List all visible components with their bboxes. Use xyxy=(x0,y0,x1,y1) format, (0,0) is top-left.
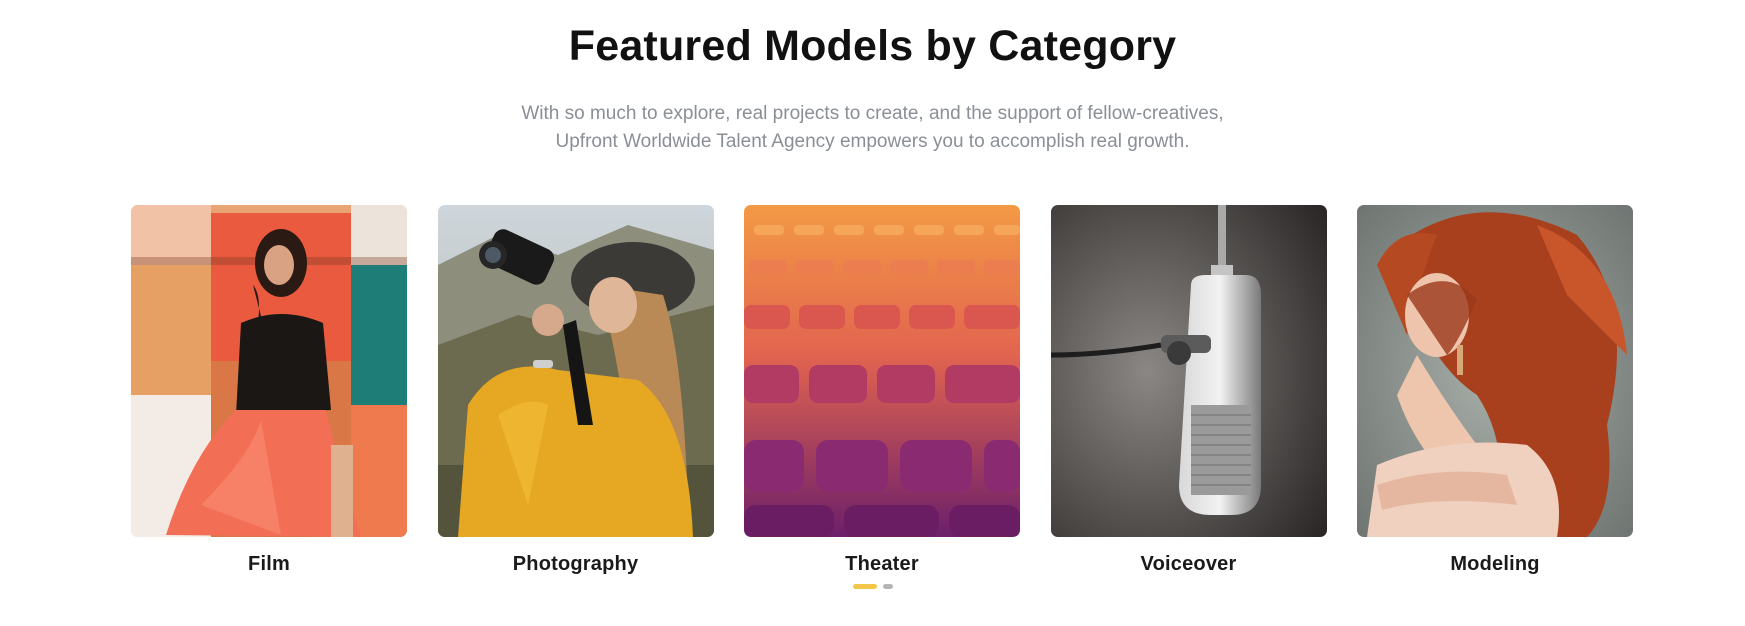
category-label-film[interactable]: Film xyxy=(131,553,407,576)
voiceover-image[interactable] xyxy=(1050,205,1327,537)
section-title: Featured Models by Category xyxy=(568,22,1177,70)
theater-image[interactable] xyxy=(744,205,1020,537)
category-card-theater[interactable]: Theater xyxy=(744,205,1020,576)
category-card-modeling[interactable]: Modeling xyxy=(1357,205,1633,576)
carousel-pagination xyxy=(0,584,1745,589)
category-label-modeling[interactable]: Modeling xyxy=(1357,553,1633,576)
category-carousel: Film Photography Theater Voiceover Model… xyxy=(131,205,1633,576)
modeling-image[interactable] xyxy=(1357,205,1633,537)
category-label-photography[interactable]: Photography xyxy=(438,553,714,576)
pagination-dot-active[interactable] xyxy=(852,584,877,589)
pagination-dot[interactable] xyxy=(882,584,893,589)
film-image[interactable] xyxy=(131,205,407,537)
category-card-photography[interactable]: Photography xyxy=(437,205,714,576)
photography-image[interactable] xyxy=(437,205,714,537)
subtitle-line-1: With so much to explore, real projects t… xyxy=(521,103,1224,124)
category-label-voiceover[interactable]: Voiceover xyxy=(1051,553,1327,576)
section-subtitle: With so much to explore, real projects t… xyxy=(0,100,1745,156)
category-card-film[interactable]: Film xyxy=(131,205,407,576)
category-label-theater[interactable]: Theater xyxy=(744,553,1020,576)
subtitle-line-2: Upfront Worldwide Talent Agency empowers… xyxy=(555,131,1190,152)
category-card-voiceover[interactable]: Voiceover xyxy=(1050,205,1327,576)
